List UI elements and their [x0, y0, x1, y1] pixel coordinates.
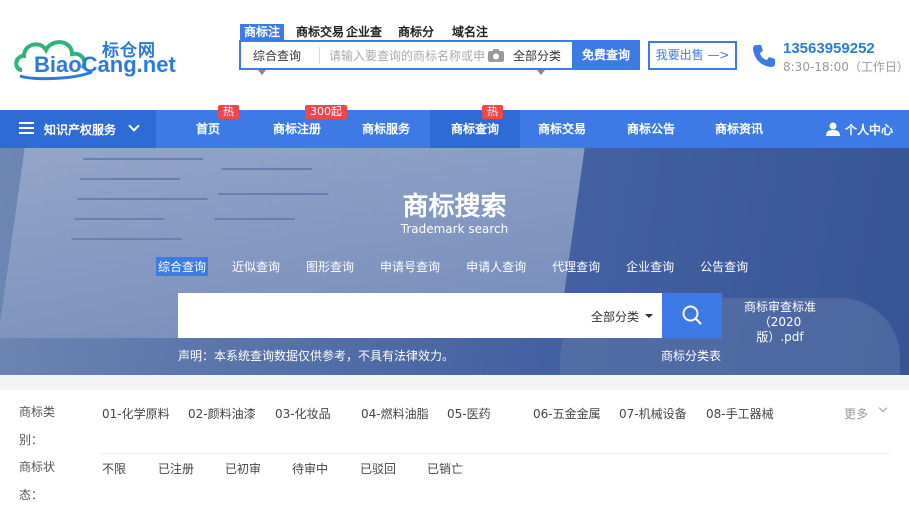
category-option[interactable]: 06-五金金属 — [533, 405, 601, 422]
tab-trademark-trade[interactable]: 商标交易 — [292, 24, 345, 40]
search-icon — [682, 305, 702, 325]
tab-announcement[interactable]: 公告查询 — [698, 257, 750, 276]
hero-search-input[interactable]: 全部分类 — [178, 293, 662, 338]
tab-applicant[interactable]: 申请人查询 — [464, 257, 528, 276]
nav-item-query[interactable]: 商标查询 — [430, 110, 520, 148]
tab-application-no[interactable]: 申请号查询 — [378, 257, 442, 276]
header-search-box: 综合查询 请输入要查询的商标名称或申 全部分类 免费查询 — [239, 40, 640, 75]
status-filter-label: 商标状态： — [19, 460, 56, 502]
tab-enterprise[interactable]: 企业查 — [342, 24, 386, 40]
caret-down-icon — [537, 70, 545, 75]
search-input[interactable]: 请输入要查询的商标名称或申 — [329, 47, 489, 64]
nav-item-label: 商标公告 — [626, 122, 675, 136]
nav-item-announcement[interactable]: 商标公告 — [616, 110, 686, 148]
nav-item-label: 商标服务 — [361, 122, 410, 136]
nav-item-label: 商标交易 — [537, 122, 586, 136]
hot-badge: 热 — [218, 105, 239, 119]
nav-item-trade[interactable]: 商标交易 — [527, 110, 597, 148]
nav-item-label: 首页 — [195, 122, 220, 136]
business-hours: 8:30-18:00（工作日） — [783, 60, 909, 74]
tab-similar[interactable]: 近似查询 — [230, 257, 282, 276]
sell-button[interactable]: 我要出售 —> — [648, 41, 737, 70]
status-option[interactable]: 已驳回 — [360, 460, 396, 477]
chevron-down-icon — [128, 120, 140, 132]
query-tabs: 综合查询 近似查询 图形查询 申请号查询 申请人查询 代理查询 企业查询 公告查… — [156, 257, 772, 276]
caret-down-icon — [258, 70, 266, 75]
free-search-button[interactable]: 免费查询 — [572, 40, 640, 70]
status-option[interactable]: 待审中 — [292, 460, 328, 477]
status-option[interactable]: 不限 — [102, 460, 126, 477]
filter-panel: 商标类别： 01-化学原料 02-颜料油漆 03-化妆品 04-燃料油脂 05-… — [0, 390, 909, 511]
category-option[interactable]: 07-机械设备 — [619, 405, 687, 422]
divider — [100, 453, 890, 454]
phone-number: 13563959252 — [783, 40, 875, 57]
tab-trademark-class[interactable]: 商标分 — [394, 24, 440, 40]
phone-icon — [753, 45, 775, 67]
hot-badge: 热 — [482, 105, 503, 119]
tab-trademark-trade-label: 商标交易 — [296, 25, 345, 39]
site-logo[interactable]: 标仓网 BiaoCang.net — [12, 26, 176, 82]
divider — [319, 47, 320, 64]
tab-agency[interactable]: 代理查询 — [550, 257, 602, 276]
tab-comprehensive[interactable]: 综合查询 — [156, 257, 209, 276]
tab-domain[interactable]: 域名注 — [448, 24, 496, 40]
nav-item-label: 商标注册 — [272, 122, 321, 136]
nav-item-services[interactable]: 商标服务 — [351, 110, 421, 148]
more-button[interactable]: 更多 — [844, 405, 868, 422]
search-type-select[interactable]: 综合查询 — [253, 47, 301, 64]
tab-trademark-register[interactable]: 商标注 — [240, 24, 285, 40]
category-option[interactable]: 01-化学原料 — [102, 405, 170, 422]
ipr-services-menu[interactable]: 知识产权服务 — [0, 110, 156, 148]
review-standard-pdf-link[interactable]: 商标审查标准（2020版）.pdf — [740, 300, 820, 345]
chevron-down-icon[interactable] — [878, 403, 888, 413]
logo-en: BiaoCang.net — [34, 52, 176, 77]
user-center-link[interactable]: 个人中心 — [845, 121, 893, 138]
tab-graphic[interactable]: 图形查询 — [304, 257, 356, 276]
category-option[interactable]: 04-燃料油脂 — [361, 405, 429, 422]
category-filter-label: 商标类别： — [19, 405, 56, 447]
ipr-services-label: 知识产权服务 — [44, 123, 117, 137]
search-tabs: 商标注 商标交易 企业查 商标分 域名注 — [240, 24, 504, 40]
category-option[interactable]: 02-颜料油漆 — [188, 405, 256, 422]
hero-title: 商标搜索 — [402, 192, 507, 222]
user-icon[interactable] — [826, 122, 840, 136]
hero-banner: 商标搜索 Trademark search 综合查询 近似查询 图形查询 申请号… — [0, 148, 909, 375]
menu-icon — [19, 122, 34, 135]
top-header: 标仓网 BiaoCang.net 商标注 商标交易 企业查 商标分 域名注 综合… — [0, 0, 909, 110]
camera-icon[interactable] — [488, 49, 504, 62]
hero-subtitle: Trademark search — [400, 222, 509, 236]
tab-enterprise[interactable]: 企业查询 — [624, 257, 676, 276]
category-option[interactable]: 08-手工器械 — [706, 405, 774, 422]
category-option[interactable]: 05-医药 — [447, 405, 491, 422]
status-option[interactable]: 已销亡 — [427, 460, 463, 477]
nav-item-label: 商标查询 — [450, 122, 499, 136]
hero-category-select[interactable]: 全部分类 — [591, 308, 639, 325]
category-option[interactable]: 03-化妆品 — [275, 405, 331, 422]
hero-search-button[interactable] — [662, 293, 722, 338]
disclaimer: 声明：本系统查询数据仅供参考，不具有法律效力。 — [178, 349, 455, 363]
category-select[interactable]: 全部分类 — [513, 47, 561, 64]
price-badge: 300起 — [305, 105, 347, 119]
caret-down-icon — [645, 314, 653, 318]
main-nav: 知识产权服务 首页 热 商标注册 300起 商标服务 商标查询 热 商标交易 商… — [0, 105, 909, 148]
class-table-link[interactable]: 商标分类表 — [661, 347, 721, 364]
status-option[interactable]: 已注册 — [158, 460, 194, 477]
nav-item-label: 商标资讯 — [714, 122, 763, 136]
nav-item-news[interactable]: 商标资讯 — [704, 110, 774, 148]
status-option[interactable]: 已初审 — [225, 460, 261, 477]
